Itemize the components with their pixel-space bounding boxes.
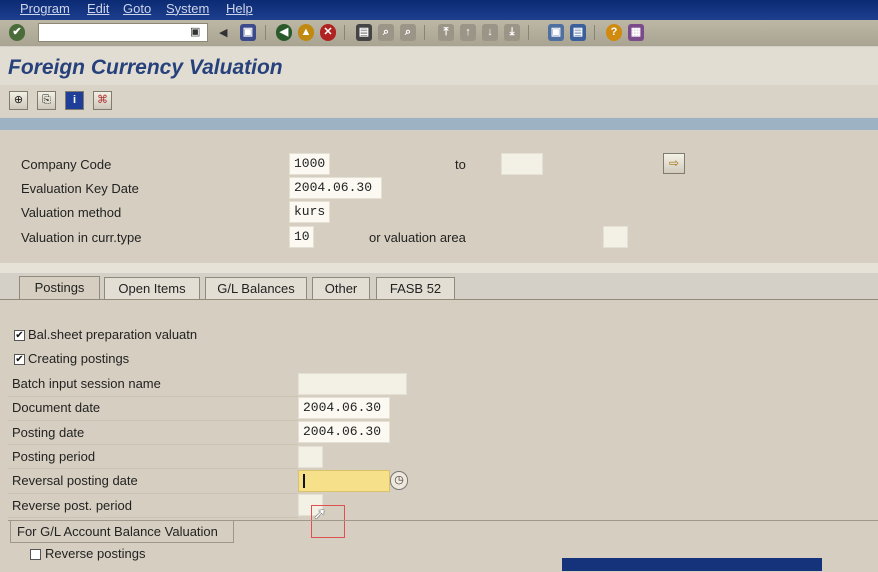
group-box-title-tab: For G/L Account Balance Valuation xyxy=(10,521,234,543)
company-code-from-field[interactable]: 1000 xyxy=(289,153,330,175)
menu-bar: Program Edit Goto System Help xyxy=(0,0,878,20)
toolbar-separator xyxy=(344,25,345,40)
creating-postings-checkbox[interactable]: ✔ xyxy=(14,354,25,365)
posting-date-label: Posting date xyxy=(12,425,85,440)
reverse-period-label: Reverse post. period xyxy=(12,498,132,513)
reversal-date-field[interactable] xyxy=(298,470,390,492)
company-code-to-field[interactable] xyxy=(501,153,543,175)
cancel-icon[interactable]: ✕ xyxy=(320,24,336,41)
enter-icon[interactable]: ✔ xyxy=(9,24,25,41)
date-picker-icon[interactable]: ◷ xyxy=(390,471,408,490)
toolbar-separator xyxy=(594,25,595,40)
program-docs-icon[interactable]: ⌘ xyxy=(93,91,112,110)
bal-sheet-label: Bal.sheet preparation valuatn xyxy=(28,327,198,342)
exit-icon[interactable]: ▲ xyxy=(298,24,314,41)
menu-help[interactable]: Help xyxy=(226,1,253,16)
reverse-postings-checkbox[interactable] xyxy=(30,549,41,560)
document-date-field[interactable]: 2004.06.30 xyxy=(298,397,390,419)
row-divider xyxy=(8,420,298,421)
group-box-title: For G/L Account Balance Valuation xyxy=(17,524,218,539)
help-icon[interactable]: ? xyxy=(606,24,622,41)
eval-key-date-label: Evaluation Key Date xyxy=(21,181,139,196)
find-icon[interactable]: ⌕ xyxy=(378,24,394,41)
get-variant-icon[interactable]: ⎘ xyxy=(37,91,56,110)
text-cursor xyxy=(303,474,305,488)
find-next-icon[interactable]: ⌕ xyxy=(400,24,416,41)
curr-type-label: Valuation in curr.type xyxy=(21,230,142,245)
popup-window-preview xyxy=(562,558,822,571)
posting-period-label: Posting period xyxy=(12,449,96,464)
row-divider xyxy=(8,396,298,397)
first-page-icon[interactable]: ⤒ xyxy=(438,24,454,41)
valuation-method-label: Valuation method xyxy=(21,205,122,220)
valuation-method-field[interactable]: kurs xyxy=(289,201,330,223)
page-title: Foreign Currency Valuation xyxy=(8,56,283,79)
posting-period-field[interactable] xyxy=(298,446,323,468)
multiple-selection-button[interactable]: ⇨ xyxy=(663,153,685,174)
menu-system[interactable]: System xyxy=(166,1,209,16)
menu-program[interactable]: Program xyxy=(20,1,70,16)
bal-sheet-checkbox[interactable]: ✔ xyxy=(14,330,25,341)
next-page-icon[interactable]: ↓ xyxy=(482,24,498,41)
row-divider xyxy=(8,468,298,469)
toolbar-separator xyxy=(528,25,529,40)
curr-type-field[interactable]: 10 xyxy=(289,226,314,248)
to-label: to xyxy=(455,157,466,172)
tab-fasb-52[interactable]: FASB 52 xyxy=(376,277,455,299)
command-history-icon[interactable]: ▣ xyxy=(190,25,200,38)
section-gap xyxy=(0,263,878,273)
previous-page-icon[interactable]: ↑ xyxy=(460,24,476,41)
info-icon[interactable]: i xyxy=(65,91,84,110)
last-page-icon[interactable]: ⤓ xyxy=(504,24,520,41)
print-icon[interactable]: ▤ xyxy=(356,24,372,41)
menu-edit[interactable]: Edit xyxy=(87,1,109,16)
toolbar-separator xyxy=(424,25,425,40)
tab-other[interactable]: Other xyxy=(312,277,370,299)
eval-key-date-field[interactable]: 2004.06.30 xyxy=(289,177,382,199)
application-toolbar xyxy=(0,85,878,117)
header-divider xyxy=(0,118,878,130)
tab-gl-balances[interactable]: G/L Balances xyxy=(205,277,307,299)
posting-date-field[interactable]: 2004.06.30 xyxy=(298,421,390,443)
valuation-area-field[interactable] xyxy=(603,226,628,248)
layout-icon[interactable]: ▦ xyxy=(628,24,644,41)
valuation-area-label: or valuation area xyxy=(369,230,466,245)
tab-open-items[interactable]: Open Items xyxy=(104,277,200,299)
toolbar-separator xyxy=(265,25,266,40)
command-field[interactable]: ▣ xyxy=(38,23,208,42)
row-divider xyxy=(8,444,298,445)
tab-postings[interactable]: Postings xyxy=(19,276,100,300)
row-divider xyxy=(8,517,298,518)
save-icon[interactable]: ▣ xyxy=(240,24,256,41)
creating-postings-label: Creating postings xyxy=(28,351,130,366)
mouse-pointer-icon: ➚ xyxy=(313,506,327,523)
company-code-label: Company Code xyxy=(21,157,112,172)
create-session-icon[interactable]: ▣ xyxy=(548,24,564,41)
collapse-arrow-icon[interactable]: ◀ xyxy=(219,26,227,39)
document-date-label: Document date xyxy=(12,400,101,415)
shortcut-icon[interactable]: ▤ xyxy=(570,24,586,41)
menu-goto[interactable]: Goto xyxy=(123,1,151,16)
batch-session-label: Batch input session name xyxy=(12,376,161,391)
execute-icon[interactable]: ⊕ xyxy=(9,91,28,110)
reversal-date-label: Reversal posting date xyxy=(12,473,138,488)
row-divider xyxy=(8,493,298,494)
batch-session-field[interactable] xyxy=(298,373,407,395)
back-icon[interactable]: ◀ xyxy=(276,24,292,41)
reverse-postings-label: Reverse postings xyxy=(45,546,146,561)
